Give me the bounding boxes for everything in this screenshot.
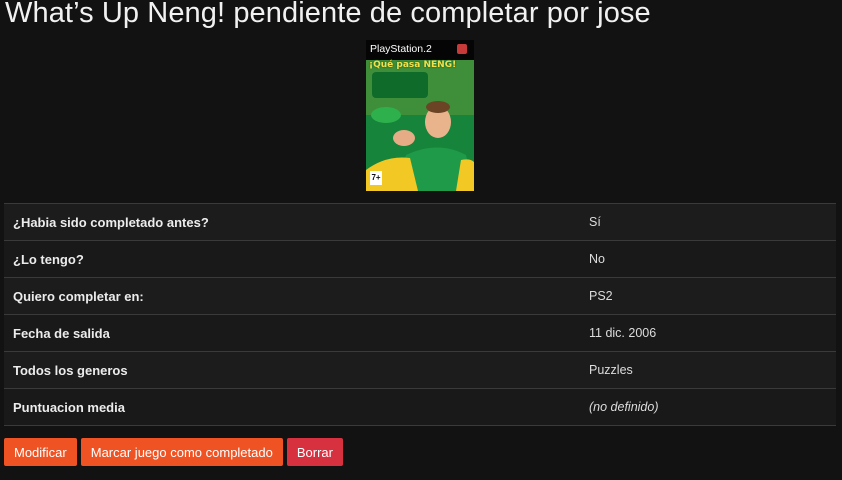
row-label: Todos los generos (4, 351, 580, 389)
age-rating-badge: 7+ (370, 171, 382, 185)
table-row: Quiero completar en: PS2 (4, 277, 836, 315)
row-label: Puntuacion media (4, 388, 580, 426)
row-label: ¿Habia sido completado antes? (4, 203, 580, 241)
game-cover-image: PlayStation.2 ¡Qué pasa NENG! 7+ (366, 40, 474, 191)
modify-button[interactable]: Modificar (4, 438, 77, 466)
table-row: Fecha de salida 11 dic. 2006 (4, 314, 836, 352)
row-value: Sí (580, 203, 836, 241)
action-buttons: Modificar Marcar juego como completado B… (4, 438, 343, 466)
table-row: ¿Habia sido completado antes? Sí (4, 203, 836, 241)
mark-completed-button[interactable]: Marcar juego como completado (80, 438, 283, 466)
platform-banner: PlayStation.2 (366, 40, 474, 60)
platform-label: PlayStation.2 (370, 43, 432, 55)
cover-artwork (366, 60, 474, 191)
row-label: Quiero completar en: (4, 277, 580, 315)
table-row: ¿Lo tengo? No (4, 240, 836, 278)
playstation-logo-icon (457, 44, 467, 54)
cover-logo-text: ¡Qué pasa NENG! (369, 60, 457, 70)
row-value: 11 dic. 2006 (580, 314, 836, 352)
game-details-table: ¿Habia sido completado antes? Sí ¿Lo ten… (4, 203, 836, 426)
row-label: Fecha de salida (4, 314, 580, 352)
row-value: Puzzles (580, 351, 836, 389)
page-title: What’s Up Neng! pendiente de completar p… (5, 0, 651, 29)
row-value-undefined: (no definido) (580, 388, 836, 426)
table-row: Todos los generos Puzzles (4, 351, 836, 389)
delete-button[interactable]: Borrar (286, 438, 343, 466)
row-label: ¿Lo tengo? (4, 240, 580, 278)
row-value: No (580, 240, 836, 278)
row-value: PS2 (580, 277, 836, 315)
table-row: Puntuacion media (no definido) (4, 388, 836, 426)
